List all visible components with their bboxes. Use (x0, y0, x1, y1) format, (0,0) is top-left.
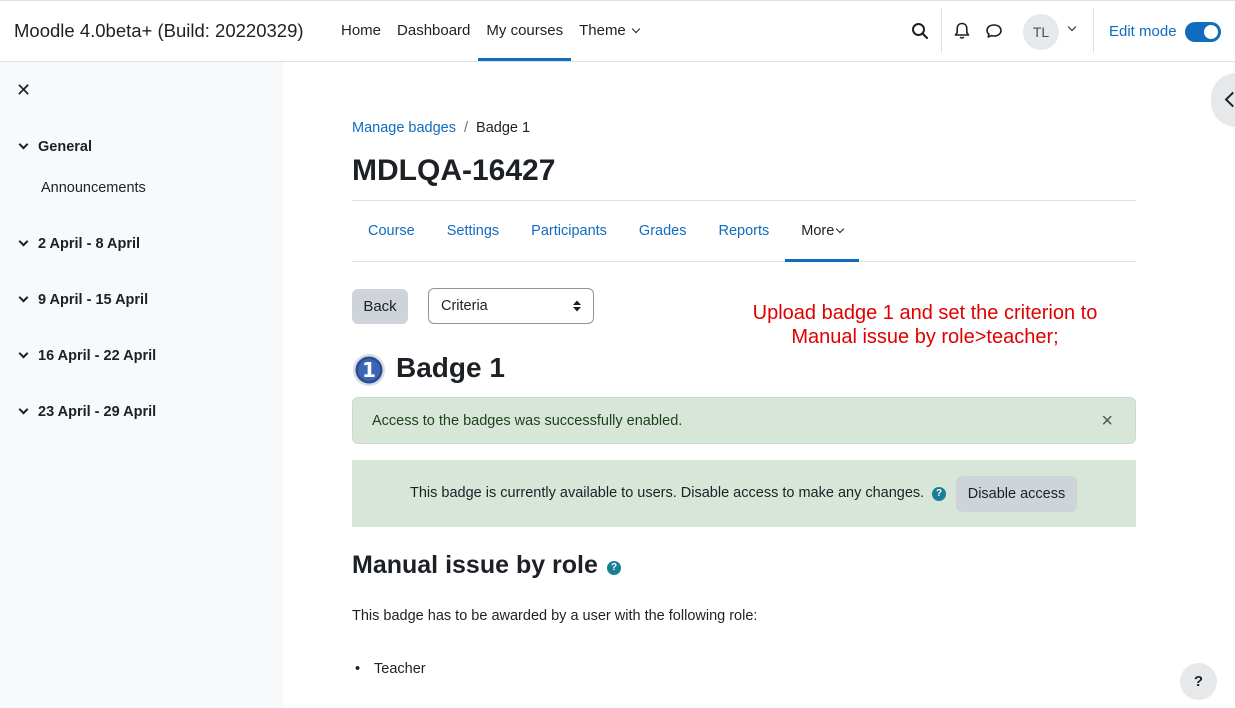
page-title: MDLQA-16427 (352, 154, 556, 187)
section-week-4-label: 23 April - 29 April (38, 404, 157, 420)
tab-more[interactable]: More (785, 201, 860, 262)
badge-status-box: This badge is currently available to use… (352, 460, 1136, 527)
tab-settings[interactable]: Settings (431, 201, 515, 261)
bell-icon[interactable] (952, 21, 972, 41)
badge-status-message: This badge is currently available to use… (410, 485, 925, 501)
section-general-label: General (38, 139, 92, 155)
edit-mode-label: Edit mode (1109, 23, 1177, 40)
nav-home-label: Home (341, 22, 382, 39)
breadcrumb-current: Badge 1 (476, 120, 531, 136)
close-icon[interactable]: ✕ (16, 81, 32, 99)
badge-image-number: 1 (362, 358, 376, 382)
breadcrumb: Manage badges / Badge 1 (352, 120, 530, 136)
badge-section-select-value: Criteria (441, 298, 488, 314)
breadcrumb-manage-badges[interactable]: Manage badges (352, 120, 456, 136)
back-button[interactable]: Back (352, 289, 408, 324)
navbar-divider (1093, 9, 1094, 53)
badge-image-icon: 1 (353, 354, 385, 386)
chevron-down-icon[interactable] (18, 404, 29, 415)
message-icon[interactable] (984, 21, 1004, 41)
section-general[interactable]: General (18, 139, 92, 155)
breadcrumb-separator: / (464, 120, 469, 136)
chevron-down-icon[interactable] (18, 348, 29, 359)
chevron-left-icon (1224, 91, 1235, 108)
chevron-down-icon[interactable] (18, 292, 29, 303)
test-instruction-annotation: Upload badge 1 and set the criterion to … (700, 301, 1150, 349)
chevron-down-icon[interactable] (18, 236, 29, 247)
tab-grades[interactable]: Grades (623, 201, 703, 261)
section-week-2-label: 9 April - 15 April (38, 292, 149, 308)
activity-announcements[interactable]: Announcements (41, 180, 146, 196)
success-alert: Access to the badges was successfully en… (352, 397, 1136, 444)
search-icon[interactable] (910, 21, 930, 41)
criteria-description: This badge has to be awarded by a user w… (352, 608, 758, 624)
section-week-4[interactable]: 23 April - 29 April (18, 404, 156, 420)
chevron-down-icon (631, 24, 641, 34)
tab-reports[interactable]: Reports (702, 201, 785, 261)
help-button[interactable]: ? (1180, 663, 1217, 700)
top-navbar: Moodle 4.0beta+ (Build: 20220329) Home D… (0, 0, 1235, 62)
section-week-3[interactable]: 16 April - 22 April (18, 348, 156, 364)
nav-dashboard[interactable]: Dashboard (389, 1, 478, 61)
primary-navigation: Home Dashboard My courses Theme (333, 1, 647, 61)
criteria-heading: Manual issue by role (352, 551, 598, 579)
disable-access-button[interactable]: Disable access (956, 476, 1077, 512)
section-week-1[interactable]: 2 April - 8 April (18, 236, 140, 252)
badge-section-select[interactable]: Criteria (428, 288, 594, 324)
section-week-3-label: 16 April - 22 April (38, 348, 157, 364)
nav-my-courses[interactable]: My courses (478, 1, 571, 61)
edit-mode-toggle[interactable] (1185, 22, 1221, 42)
secondary-navigation: Course Settings Participants Grades Repo… (352, 200, 1136, 262)
annotation-line-2: Manual issue by role>teacher; (791, 326, 1059, 348)
tab-participants[interactable]: Participants (515, 201, 623, 261)
tab-more-label: More (801, 223, 835, 239)
close-alert-icon[interactable]: × (1101, 411, 1113, 431)
user-avatar[interactable]: TL (1023, 14, 1059, 50)
help-icon[interactable]: ? (607, 561, 621, 575)
select-arrows-icon (573, 300, 581, 312)
role-list: Teacher (352, 661, 426, 677)
help-icon[interactable]: ? (932, 487, 946, 501)
nav-dashboard-label: Dashboard (397, 22, 471, 39)
nav-theme-dropdown[interactable]: Theme (571, 1, 647, 61)
success-alert-message: Access to the badges was successfully en… (372, 413, 683, 429)
nav-theme-label: Theme (579, 22, 626, 39)
user-menu-chevron-down-icon[interactable] (1067, 22, 1077, 32)
chevron-down-icon[interactable] (18, 139, 29, 150)
annotation-line-1: Upload badge 1 and set the criterion to (752, 302, 1098, 324)
section-week-1-label: 2 April - 8 April (38, 236, 141, 252)
tab-course[interactable]: Course (352, 201, 431, 261)
list-item: Teacher (352, 661, 426, 677)
section-week-2[interactable]: 9 April - 15 April (18, 292, 148, 308)
site-name[interactable]: Moodle 4.0beta+ (Build: 20220329) (14, 20, 304, 42)
badge-title: Badge 1 (396, 352, 505, 383)
navbar-divider (941, 9, 942, 53)
nav-my-courses-label: My courses (486, 22, 564, 39)
chevron-down-icon (836, 224, 845, 234)
open-block-drawer-button[interactable] (1211, 73, 1235, 127)
nav-home[interactable]: Home (333, 1, 389, 61)
course-index-drawer: ✕ General Announcements 2 April - 8 Apri… (0, 62, 283, 708)
